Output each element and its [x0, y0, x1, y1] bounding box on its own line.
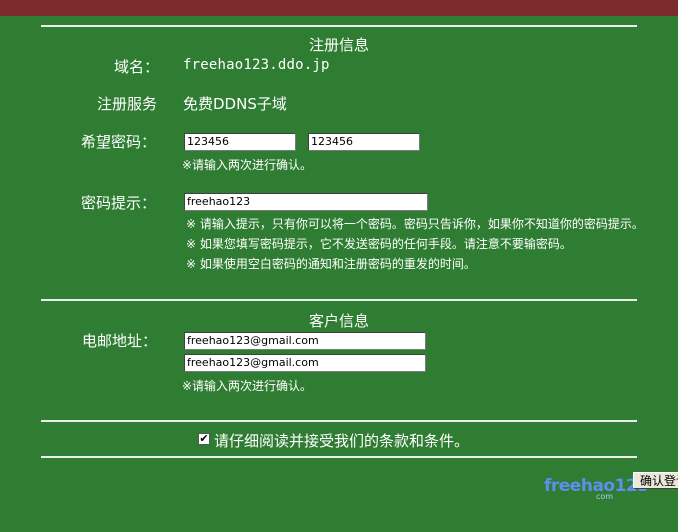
- registration-section-title: 注册信息: [308, 36, 369, 54]
- terms-checkbox[interactable]: ✔: [198, 433, 210, 445]
- divider: [41, 25, 637, 27]
- hint-label: 密码提示：: [81, 194, 157, 212]
- top-bar: [0, 0, 678, 16]
- domain-value: freehao123.ddo.jp: [183, 57, 330, 73]
- customer-section-title: 客户信息: [308, 312, 369, 330]
- hint-note: ※ 如果您填写密码提示，它不发送密码的任何手段。请注意不要输密码。: [186, 237, 572, 251]
- submit-button[interactable]: 确认登记: [633, 472, 678, 489]
- service-value: 免费DDNS子域: [183, 95, 287, 113]
- email-confirm-input[interactable]: freehao123@gmail.com: [184, 354, 426, 372]
- hint-note: ※ 如果使用空白密码的通知和注册密码的重发的时间。: [186, 257, 476, 271]
- service-label: 注册服务: [97, 95, 158, 113]
- hint-input[interactable]: freehao123: [184, 193, 428, 211]
- divider: [41, 420, 637, 422]
- password-confirm-input[interactable]: 123456: [308, 133, 420, 151]
- email-input[interactable]: freehao123@gmail.com: [184, 332, 426, 350]
- email-note: ※请输入两次进行确认。: [182, 379, 313, 393]
- terms-label: 请仔细阅读并接受我们的条款和条件。: [214, 432, 470, 450]
- logo-sub: com: [596, 492, 614, 501]
- password-input[interactable]: 123456: [184, 133, 296, 151]
- domain-label: 域名：: [114, 58, 160, 76]
- email-label: 电邮地址：: [82, 332, 158, 350]
- divider: [41, 456, 637, 458]
- password-label: 希望密码：: [81, 133, 157, 151]
- divider: [41, 299, 637, 301]
- password-note: ※请输入两次进行确认。: [182, 158, 313, 172]
- hint-note: ※ 请输入提示，只有你可以将一个密码。密码只告诉你，如果你不知道你的密码提示。: [186, 217, 644, 231]
